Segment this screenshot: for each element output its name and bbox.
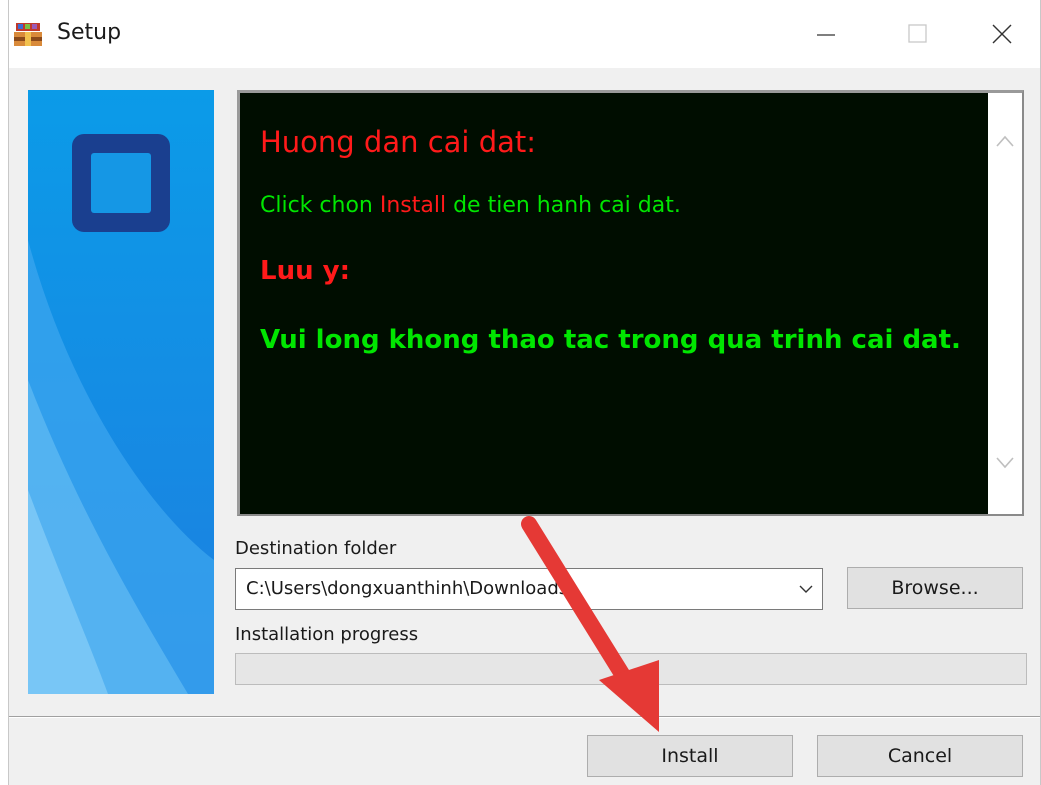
note-text: Vui long khong thao tac trong qua trinh …	[260, 325, 961, 355]
browse-button[interactable]: Browse...	[847, 567, 1023, 609]
chevron-up-icon[interactable]	[995, 133, 1015, 152]
maximize-icon	[908, 24, 927, 43]
minimize-icon	[817, 34, 835, 36]
footer-separator	[9, 716, 1040, 718]
readme-box: Huong dan cai dat: Click chon Install de…	[237, 90, 1024, 516]
title-bar[interactable]: Setup	[9, 0, 1040, 68]
readme-heading: Huong dan cai dat:	[260, 125, 537, 159]
note-heading: Luu y:	[260, 256, 350, 286]
destination-folder-value[interactable]: C:\Users\dongxuanthinh\Downloads	[246, 578, 568, 599]
maximize-button[interactable]	[893, 16, 943, 52]
window-title: Setup	[57, 20, 122, 45]
readme-scrollbar[interactable]	[988, 93, 1022, 514]
cancel-button[interactable]: Cancel	[817, 735, 1023, 777]
installer-banner	[28, 90, 214, 694]
progress-label: Installation progress	[235, 624, 419, 645]
destination-folder-combobox[interactable]: C:\Users\dongxuanthinh\Downloads	[235, 568, 823, 610]
annotation-arrow	[509, 510, 689, 740]
installation-progress-bar	[235, 653, 1027, 685]
instruction-highlight: Install	[379, 193, 447, 218]
close-icon	[992, 24, 1012, 44]
minimize-button[interactable]	[801, 16, 851, 52]
instruction-suffix: de tien hanh cai dat.	[446, 193, 681, 218]
instruction-prefix: Click chon	[260, 193, 380, 218]
destination-label: Destination folder	[235, 538, 397, 559]
readme-instruction: Click chon Install de tien hanh cai dat.	[260, 193, 972, 218]
close-button[interactable]	[977, 16, 1027, 52]
install-button[interactable]: Install	[587, 735, 793, 777]
dropdown-arrow-icon[interactable]	[798, 581, 814, 600]
winrar-setup-icon	[13, 21, 43, 49]
chevron-down-icon[interactable]	[995, 455, 1015, 474]
setup-window: Setup Huong dan cai dat: Click chon Inst…	[8, 0, 1041, 785]
